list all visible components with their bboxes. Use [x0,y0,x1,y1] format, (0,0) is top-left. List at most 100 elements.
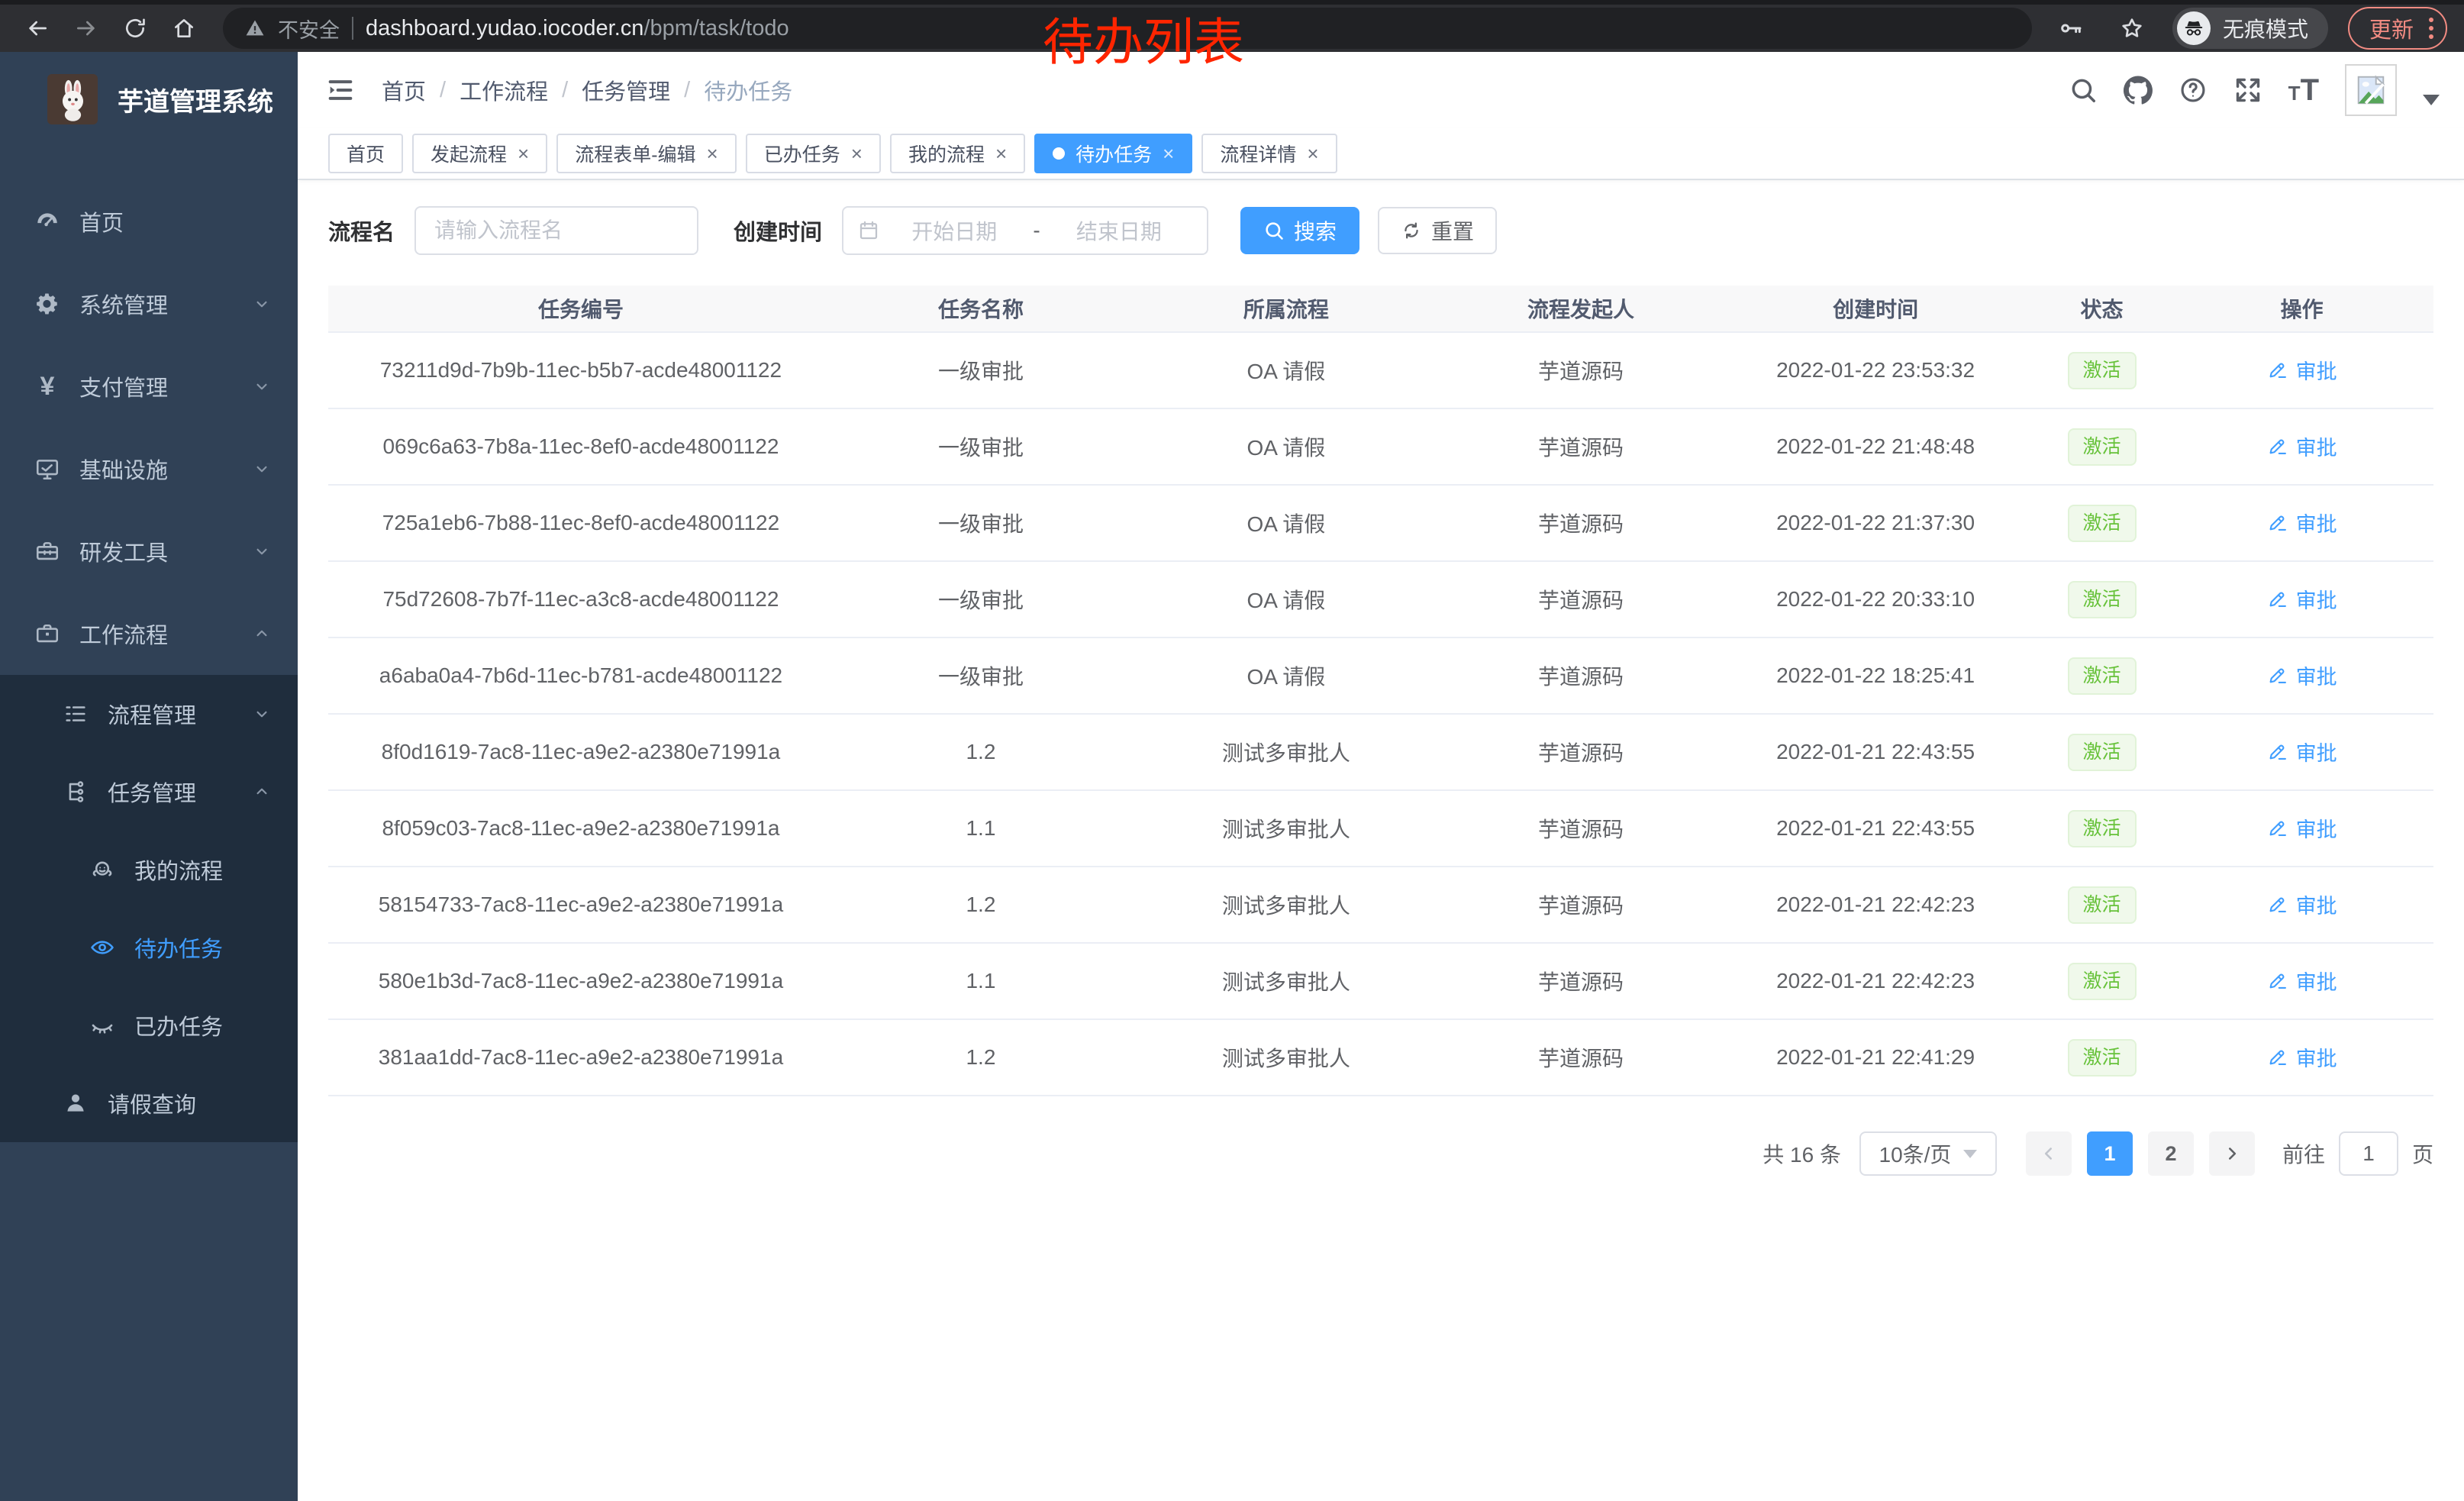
tab-label: 流程表单-编辑 [575,140,695,167]
tab[interactable]: 已办任务× [746,134,881,173]
sidebar-item-payment[interactable]: ¥ 支付管理 [0,345,298,428]
process-name-input[interactable] [414,206,698,255]
browser-back-icon[interactable] [17,8,58,49]
create-time-cell: 2022-01-22 18:25:41 [1717,638,2033,714]
date-range-picker[interactable]: 开始日期 - 结束日期 [842,206,1208,255]
avatar-caret-icon[interactable] [2423,95,2440,105]
prev-page-button[interactable] [2026,1131,2072,1176]
next-page-button[interactable] [2209,1131,2255,1176]
sidebar-item-infrastructure[interactable]: 基础设施 [0,428,298,510]
page-size-select[interactable]: 10条/页 [1859,1131,1997,1176]
edit-pen-icon [2267,512,2288,533]
browser-menu-icon[interactable] [2429,18,2433,39]
process-cell: 测试多审批人 [1128,1019,1444,1096]
help-icon[interactable] [2179,76,2208,105]
starter-cell: 芋道源码 [1444,408,1718,485]
tab[interactable]: 我的流程× [890,134,1025,173]
status-badge: 激活 [2068,428,2137,466]
browser-home-icon[interactable] [163,8,205,49]
search-icon[interactable] [2069,76,2098,105]
end-date-placeholder[interactable]: 结束日期 [1045,215,1193,246]
approve-link[interactable]: 审批 [2267,660,2337,690]
browser-update-button[interactable]: 更新 [2348,7,2447,50]
task-name-cell: 一级审批 [834,638,1128,714]
password-key-icon[interactable] [2050,8,2091,49]
github-icon[interactable] [2124,76,2153,105]
browser-reload-icon[interactable] [114,8,156,49]
approve-link[interactable]: 审批 [2267,584,2337,614]
sidebar-item-my-process[interactable]: 我的流程 [0,831,298,909]
tab[interactable]: 流程详情× [1201,134,1337,173]
action-cell: 审批 [2170,1019,2433,1096]
not-secure-warning-icon[interactable] [244,18,266,39]
url-text[interactable]: dashboard.yudao.iocoder.cn/bpm/task/todo [366,16,789,41]
reset-button[interactable]: 重置 [1378,207,1497,254]
approve-link[interactable]: 审批 [2267,355,2337,385]
process-cell: 测试多审批人 [1128,943,1444,1019]
reset-button-label: 重置 [1431,215,1474,246]
task-id-cell: a6aba0a4-7b6d-11ec-b781-acde48001122 [328,638,834,714]
face-icon [85,857,119,883]
tab-close-icon[interactable]: × [518,144,529,163]
action-cell: 审批 [2170,638,2433,714]
approve-link[interactable]: 审批 [2267,737,2337,767]
tab-close-icon[interactable]: × [707,144,718,163]
bookmark-star-icon[interactable] [2111,8,2153,49]
approve-link[interactable]: 审批 [2267,889,2337,919]
app-logo-row[interactable]: 芋道管理系统 [0,52,298,147]
status-badge: 激活 [2068,581,2137,618]
incognito-chip: 无痕模式 [2172,8,2328,49]
status-cell: 激活 [2033,408,2170,485]
sidebar-item-system[interactable]: 系统管理 [0,263,298,345]
approve-link[interactable]: 审批 [2267,508,2337,537]
font-size-icon[interactable]: TT [2288,73,2319,108]
tab-label: 首页 [347,140,385,167]
status-badge: 激活 [2068,1039,2137,1077]
chevron-down-icon [252,541,272,561]
not-secure-label[interactable]: 不安全 [278,14,340,44]
search-button[interactable]: 搜索 [1240,207,1359,254]
action-cell: 审批 [2170,561,2433,638]
tab-close-icon[interactable]: × [1163,144,1174,163]
col-task-name: 任务名称 [834,286,1128,332]
sidebar-item-devtools[interactable]: 研发工具 [0,510,298,592]
approve-label: 审批 [2296,737,2337,767]
tab[interactable]: 待办任务× [1034,134,1192,173]
tab[interactable]: 流程表单-编辑 × [556,134,737,173]
sidebar-item-workflow[interactable]: 工作流程 [0,592,298,675]
action-cell: 审批 [2170,408,2433,485]
approve-link[interactable]: 审批 [2267,966,2337,996]
approve-link[interactable]: 审批 [2267,431,2337,461]
breadcrumb-workflow[interactable]: 工作流程 [460,74,548,106]
approve-link[interactable]: 审批 [2267,1042,2337,1072]
browser-forward-icon[interactable] [66,8,107,49]
sidebar-item-task-mgmt[interactable]: 任务管理 [0,753,298,831]
fullscreen-icon[interactable] [2233,76,2262,105]
action-cell: 审批 [2170,714,2433,790]
tab-close-icon[interactable]: × [851,144,863,163]
page-button[interactable]: 2 [2148,1131,2194,1176]
sidebar-item-home[interactable]: 首页 [0,180,298,263]
screen: 不安全 dashboard.yudao.iocoder.cn/bpm/task/… [0,0,2464,1501]
task-id-cell: 8f0d1619-7ac8-11ec-a9e2-a2380e71991a [328,714,834,790]
tab-label: 发起流程 [431,140,507,167]
avatar[interactable] [2345,64,2397,116]
sidebar-item-process-mgmt[interactable]: 流程管理 [0,675,298,753]
tab-close-icon[interactable]: × [995,144,1007,163]
goto-page-input[interactable] [2339,1131,2398,1176]
sidebar-item-todo-task[interactable]: 待办任务 [0,909,298,986]
tab-close-icon[interactable]: × [1307,144,1318,163]
task-name-cell: 1.2 [834,867,1128,943]
main-area: 首页 / 工作流程 / 任务管理 / 待办任务 [298,52,2464,1501]
tab[interactable]: 首页 [328,134,403,173]
breadcrumb-task-mgmt[interactable]: 任务管理 [582,74,670,106]
sidebar-item-done-task[interactable]: 已办任务 [0,986,298,1064]
approve-link[interactable]: 审批 [2267,813,2337,843]
start-date-placeholder[interactable]: 开始日期 [880,215,1028,246]
tab[interactable]: 发起流程 × [412,134,547,173]
page-button[interactable]: 1 [2087,1131,2133,1176]
sidebar-collapse-icon[interactable] [325,75,356,105]
breadcrumb-home[interactable]: 首页 [382,74,426,106]
sidebar-item-leave-query[interactable]: 请假查询 [0,1064,298,1142]
process-cell: OA 请假 [1128,408,1444,485]
